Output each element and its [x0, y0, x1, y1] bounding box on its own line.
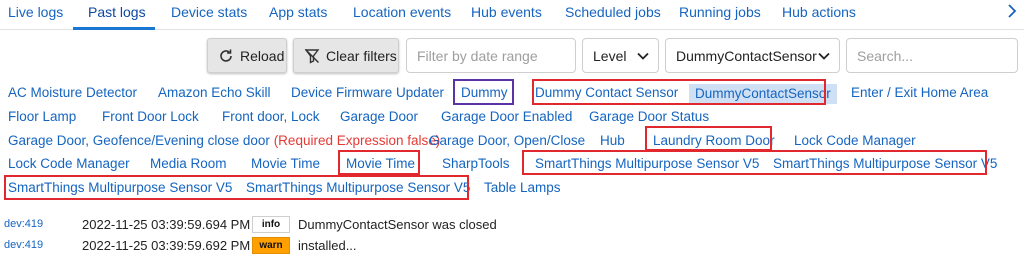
device-link[interactable]: Garage Door, Open/Close	[429, 133, 585, 148]
level-select-value: Level	[593, 47, 627, 64]
highlight-box	[522, 150, 987, 175]
device-link[interactable]: Amazon Echo Skill	[158, 85, 271, 100]
highlight-box	[338, 150, 420, 175]
search-input[interactable]: Search...	[846, 38, 1018, 73]
reload-label: Reload	[240, 47, 285, 64]
tab-device-stats[interactable]: Device stats	[171, 4, 247, 20]
tab-hub-actions[interactable]: Hub actions	[782, 4, 856, 20]
device-link[interactable]: Enter / Exit Home Area	[851, 85, 988, 100]
device-link-label: Garage Door, Geofence/Evening close door	[8, 133, 270, 148]
device-link[interactable]: Garage Door Enabled	[441, 109, 572, 124]
log-source-link[interactable]: dev:419	[4, 218, 43, 230]
tab-hub-events[interactable]: Hub events	[471, 4, 542, 20]
device-link[interactable]: Media Room	[150, 156, 227, 171]
device-link[interactable]: Table Lamps	[484, 180, 561, 195]
tab-scheduled-jobs[interactable]: Scheduled jobs	[565, 4, 661, 20]
device-link[interactable]: Hub	[600, 133, 625, 148]
active-tab-indicator	[73, 27, 155, 30]
chevron-down-icon	[817, 49, 831, 66]
log-row: dev:419 2022-11-25 03:39:59.694 PM info …	[0, 215, 1024, 236]
device-link[interactable]: Garage Door	[340, 109, 418, 124]
level-select[interactable]: Level	[582, 38, 659, 73]
device-link[interactable]: Lock Code Manager	[794, 133, 916, 148]
reload-button[interactable]: Reload	[207, 38, 287, 73]
log-level-badge: info	[252, 216, 290, 233]
device-link[interactable]: Lock Code Manager	[8, 156, 130, 171]
date-range-input[interactable]: Filter by date range	[406, 38, 576, 73]
tab-bar: Live logs Past logs Device stats App sta…	[0, 0, 1024, 30]
tab-app-stats[interactable]: App stats	[269, 4, 327, 20]
highlight-box	[645, 126, 772, 151]
log-source-link[interactable]: dev:419	[4, 239, 43, 251]
device-link[interactable]: Garage Door, Geofence/Evening close door…	[8, 133, 440, 148]
chevron-right-icon[interactable]	[1004, 3, 1020, 23]
log-row: dev:419 2022-11-25 03:39:59.692 PM warn …	[0, 236, 1024, 257]
log-level-badge: warn	[252, 237, 290, 254]
clear-filters-label: Clear filters	[326, 47, 397, 64]
highlight-box	[4, 175, 469, 200]
log-timestamp: 2022-11-25 03:39:59.694 PM	[82, 217, 251, 232]
device-select[interactable]: DummyContactSensor	[665, 38, 840, 73]
device-link[interactable]: Front Door Lock	[102, 109, 199, 124]
device-link[interactable]: AC Moisture Detector	[8, 85, 137, 100]
device-select-value: DummyContactSensor	[676, 47, 817, 64]
clear-filters-button[interactable]: Clear filters	[293, 38, 399, 73]
tab-live-logs[interactable]: Live logs	[8, 4, 63, 20]
tab-past-logs[interactable]: Past logs	[88, 4, 146, 20]
tab-location-events[interactable]: Location events	[353, 4, 451, 20]
tab-running-jobs[interactable]: Running jobs	[679, 4, 761, 20]
highlight-box	[532, 79, 826, 105]
log-message: installed...	[298, 238, 357, 253]
log-timestamp: 2022-11-25 03:39:59.692 PM	[82, 238, 251, 253]
chevron-down-icon	[636, 49, 650, 66]
device-link[interactable]: Movie Time	[251, 156, 320, 171]
reload-icon	[218, 48, 234, 64]
device-link[interactable]: Garage Door Status	[589, 109, 709, 124]
log-message: DummyContactSensor was closed	[298, 217, 497, 232]
filter-clear-icon	[304, 48, 320, 64]
required-expression-status: (Required Expression false)	[273, 133, 441, 148]
highlight-box	[453, 79, 514, 105]
device-link[interactable]: Floor Lamp	[8, 109, 76, 124]
device-link[interactable]: Device Firmware Updater	[291, 85, 444, 100]
device-link[interactable]: Front door, Lock	[222, 109, 320, 124]
device-link[interactable]: SharpTools	[442, 156, 510, 171]
